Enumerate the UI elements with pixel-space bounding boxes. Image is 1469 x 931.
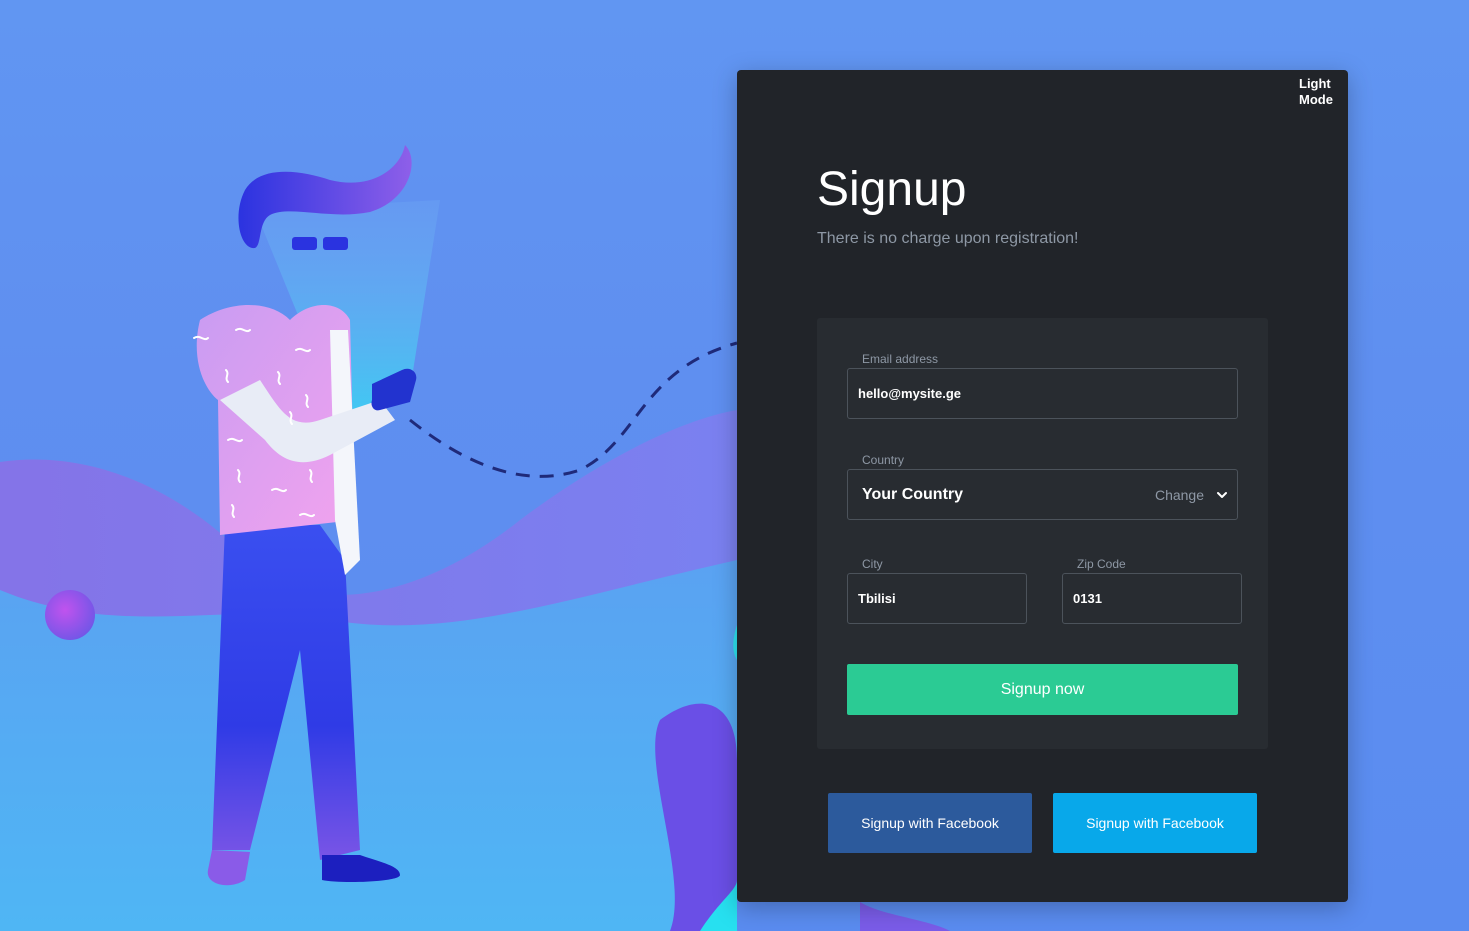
page-title: Signup xyxy=(817,163,967,216)
signup-facebook-alt-button[interactable]: Signup with Facebook xyxy=(1053,793,1257,853)
signup-now-button[interactable]: Signup now xyxy=(847,664,1238,715)
country-label: Country xyxy=(862,453,905,467)
city-field[interactable] xyxy=(847,573,1027,624)
zip-code-field[interactable] xyxy=(1062,573,1242,624)
light-mode-toggle[interactable]: Light Mode xyxy=(1299,76,1339,108)
page-subtitle: There is no charge upon registration! xyxy=(817,230,1079,247)
zip-label: Zip Code xyxy=(1077,557,1126,571)
email-label: Email address xyxy=(862,352,939,366)
city-label: City xyxy=(862,557,883,571)
signup-form: Email address Country Your Country Chang… xyxy=(817,318,1268,749)
signup-card: Light Mode Signup There is no charge upo… xyxy=(737,70,1348,902)
chevron-down-icon xyxy=(1217,492,1227,498)
country-value: Your Country xyxy=(862,486,964,503)
country-select[interactable]: Your Country Change xyxy=(847,469,1238,520)
signup-facebook-button[interactable]: Signup with Facebook xyxy=(828,793,1032,853)
country-change-link[interactable]: Change xyxy=(1155,487,1204,503)
email-field[interactable] xyxy=(847,368,1238,419)
